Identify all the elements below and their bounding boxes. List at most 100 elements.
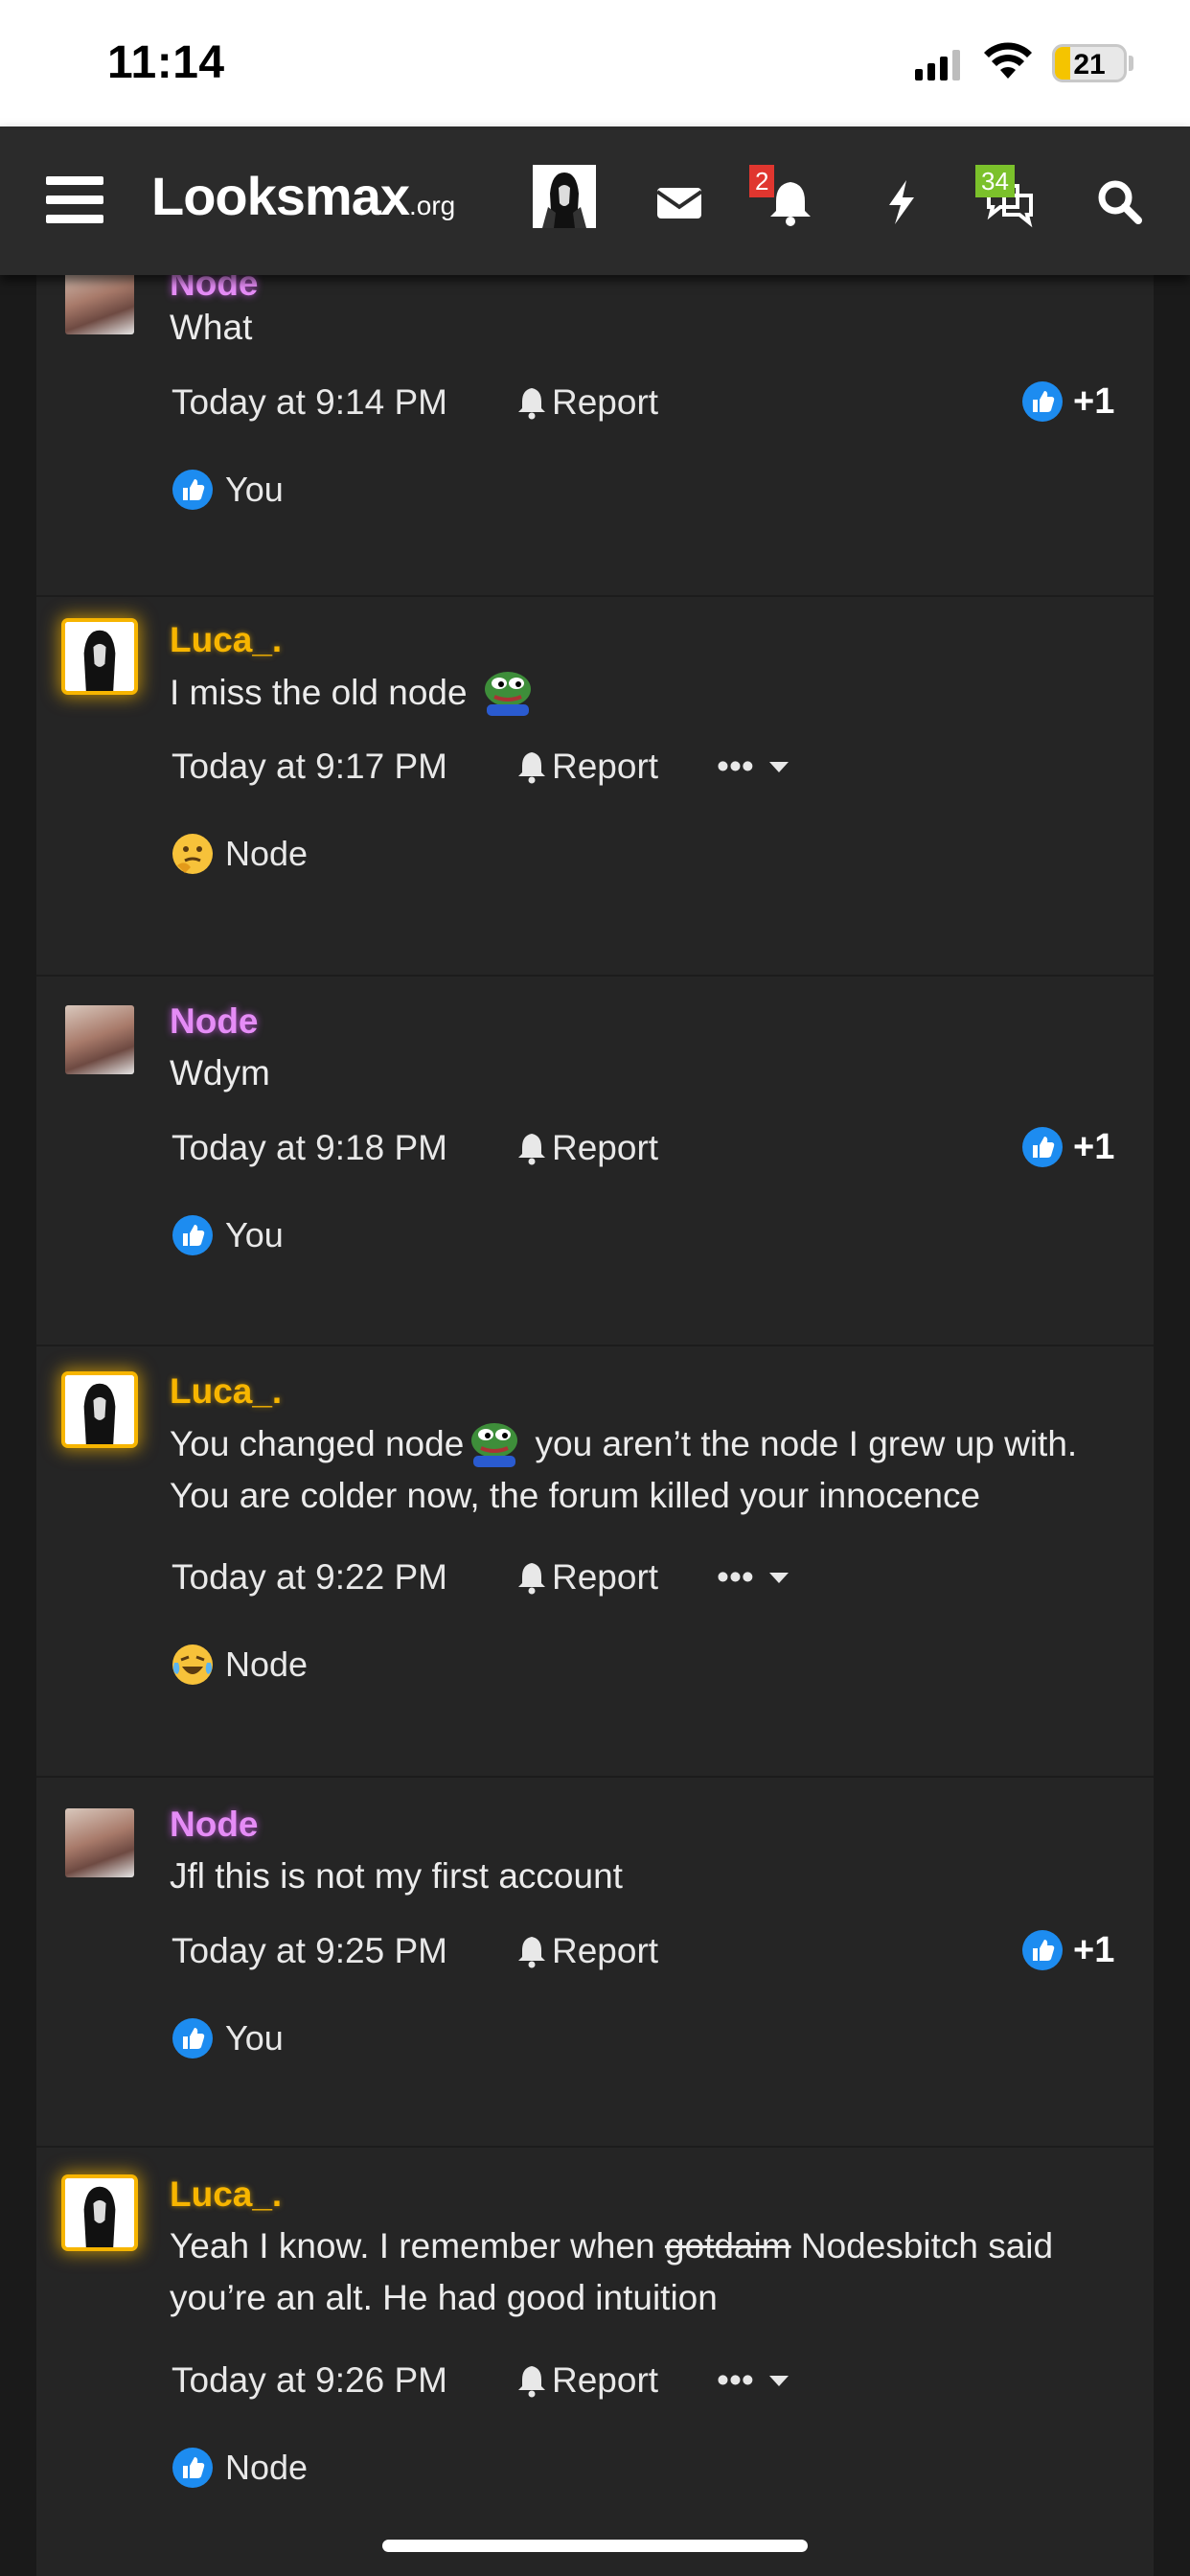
post-timestamp[interactable]: Today at 9:26 PM bbox=[172, 2360, 447, 2401]
search-icon[interactable] bbox=[1092, 174, 1148, 230]
username[interactable]: Node bbox=[170, 1805, 259, 1845]
status-bar: 11:14 21 bbox=[0, 0, 1190, 126]
avatar[interactable] bbox=[65, 2178, 134, 2247]
report-button[interactable]: Report bbox=[515, 2360, 658, 2401]
report-button[interactable]: Report bbox=[515, 382, 658, 423]
like-count: +1 bbox=[1073, 1126, 1115, 1167]
post: Node What Today at 9:14 PM Report +1 You bbox=[36, 275, 1154, 597]
post-timestamp[interactable]: Today at 9:22 PM bbox=[172, 1557, 447, 1598]
battery-icon: 21 bbox=[1052, 44, 1127, 82]
report-label: Report bbox=[552, 2360, 659, 2400]
report-button[interactable]: Report bbox=[515, 747, 658, 787]
username[interactable]: Node bbox=[170, 275, 259, 304]
post-timestamp[interactable]: Today at 9:25 PM bbox=[172, 1931, 447, 1971]
conversations-badge: 34 bbox=[975, 165, 1015, 197]
reaction-user: Node bbox=[225, 834, 309, 873]
avatar[interactable] bbox=[65, 1808, 134, 1877]
pepe-emoji-icon bbox=[484, 672, 531, 716]
menu-icon[interactable] bbox=[46, 176, 103, 224]
post-message: Jfl this is not my first account bbox=[170, 1856, 623, 1896]
bell-icon bbox=[518, 752, 545, 784]
notifications-badge: 2 bbox=[749, 165, 775, 197]
bell-icon bbox=[518, 1937, 545, 1968]
message-strikethrough: gotdaim bbox=[664, 2226, 791, 2266]
more-options-button[interactable]: ••• bbox=[717, 2360, 790, 2401]
post-message: What bbox=[170, 308, 253, 347]
cellular-signal-icon bbox=[915, 48, 960, 80]
report-label: Report bbox=[552, 747, 659, 786]
caret-down-icon bbox=[768, 762, 789, 772]
site-logo[interactable]: Looksmax.org bbox=[151, 165, 455, 227]
post-message: I miss the old node bbox=[170, 666, 1137, 719]
username[interactable]: Luca_. bbox=[170, 2174, 282, 2215]
battery-tip bbox=[1129, 56, 1133, 71]
reaction-summary[interactable]: Node bbox=[172, 833, 308, 875]
more-options-button[interactable]: ••• bbox=[717, 1557, 790, 1598]
post: Node Jfl this is not my first account To… bbox=[36, 1776, 1154, 2148]
message-text-a: Yeah I know. I remember when bbox=[170, 2226, 665, 2266]
thinking-face-icon bbox=[172, 834, 213, 874]
post: Luca_. I miss the old node Today at 9:17… bbox=[36, 595, 1154, 977]
more-options-button[interactable]: ••• bbox=[717, 747, 790, 787]
reaction-user: You bbox=[225, 2018, 284, 2058]
reaction-summary[interactable]: Node bbox=[172, 2447, 308, 2489]
battery-level: 21 bbox=[1073, 49, 1106, 80]
avatar[interactable] bbox=[65, 275, 134, 334]
message-text: I miss the old node bbox=[170, 673, 468, 712]
username[interactable]: Node bbox=[170, 1001, 259, 1042]
post: Luca_. Yeah I know. I remember when gotd… bbox=[36, 2146, 1154, 2576]
report-button[interactable]: Report bbox=[515, 1557, 658, 1598]
like-button[interactable]: +1 bbox=[1021, 380, 1114, 423]
username[interactable]: Luca_. bbox=[170, 620, 282, 660]
more-label: ••• bbox=[717, 747, 754, 786]
more-label: ••• bbox=[717, 2360, 754, 2400]
like-icon bbox=[172, 2448, 213, 2488]
post-timestamp[interactable]: Today at 9:17 PM bbox=[172, 747, 447, 787]
home-indicator[interactable] bbox=[382, 2540, 808, 2552]
post-timestamp[interactable]: Today at 9:14 PM bbox=[172, 382, 447, 423]
more-label: ••• bbox=[717, 1557, 754, 1597]
report-label: Report bbox=[552, 382, 659, 422]
reaction-summary[interactable]: You bbox=[172, 469, 284, 511]
pepe-emoji-icon bbox=[471, 1423, 518, 1467]
account-avatar[interactable] bbox=[533, 165, 596, 228]
like-icon bbox=[1022, 381, 1063, 422]
wifi-icon bbox=[984, 42, 1032, 79]
status-time: 11:14 bbox=[107, 37, 225, 88]
thread-posts: Node What Today at 9:14 PM Report +1 You… bbox=[36, 275, 1154, 2576]
like-count: +1 bbox=[1073, 1929, 1115, 1970]
report-label: Report bbox=[552, 1128, 659, 1167]
avatar[interactable] bbox=[65, 622, 134, 691]
reaction-user: You bbox=[225, 1215, 284, 1254]
avatar[interactable] bbox=[65, 1005, 134, 1074]
crying-laughing-face-icon bbox=[172, 1644, 213, 1685]
lightning-icon[interactable] bbox=[874, 174, 929, 230]
bell-icon bbox=[518, 1563, 545, 1595]
message-text-a: You changed node bbox=[170, 1424, 465, 1463]
bell-icon bbox=[518, 2366, 545, 2398]
reaction-summary[interactable]: Node bbox=[172, 1644, 308, 1686]
like-button[interactable]: +1 bbox=[1021, 1126, 1114, 1168]
caret-down-icon bbox=[768, 2376, 789, 2386]
top-navbar: Looksmax.org 2 34 bbox=[0, 126, 1190, 275]
post-message: Wdym bbox=[170, 1053, 270, 1092]
post-timestamp[interactable]: Today at 9:18 PM bbox=[172, 1128, 447, 1168]
like-button[interactable]: +1 bbox=[1021, 1929, 1114, 1971]
reaction-summary[interactable]: You bbox=[172, 2017, 284, 2059]
report-button[interactable]: Report bbox=[515, 1128, 658, 1168]
logo-main: Looksmax bbox=[151, 166, 410, 226]
like-count: +1 bbox=[1073, 380, 1115, 422]
avatar[interactable] bbox=[65, 1375, 134, 1444]
reaction-summary[interactable]: You bbox=[172, 1214, 284, 1256]
username[interactable]: Luca_. bbox=[170, 1371, 282, 1412]
report-label: Report bbox=[552, 1557, 659, 1597]
post-message: Yeah I know. I remember when gotdaim Nod… bbox=[170, 2220, 1137, 2324]
caret-down-icon bbox=[768, 1573, 789, 1583]
like-icon bbox=[1022, 1127, 1063, 1167]
report-button[interactable]: Report bbox=[515, 1931, 658, 1971]
like-icon bbox=[1022, 1930, 1063, 1970]
logo-suffix: .org bbox=[409, 191, 456, 220]
mail-icon[interactable] bbox=[652, 174, 707, 230]
report-label: Report bbox=[552, 1931, 659, 1970]
like-icon bbox=[172, 2018, 213, 2058]
